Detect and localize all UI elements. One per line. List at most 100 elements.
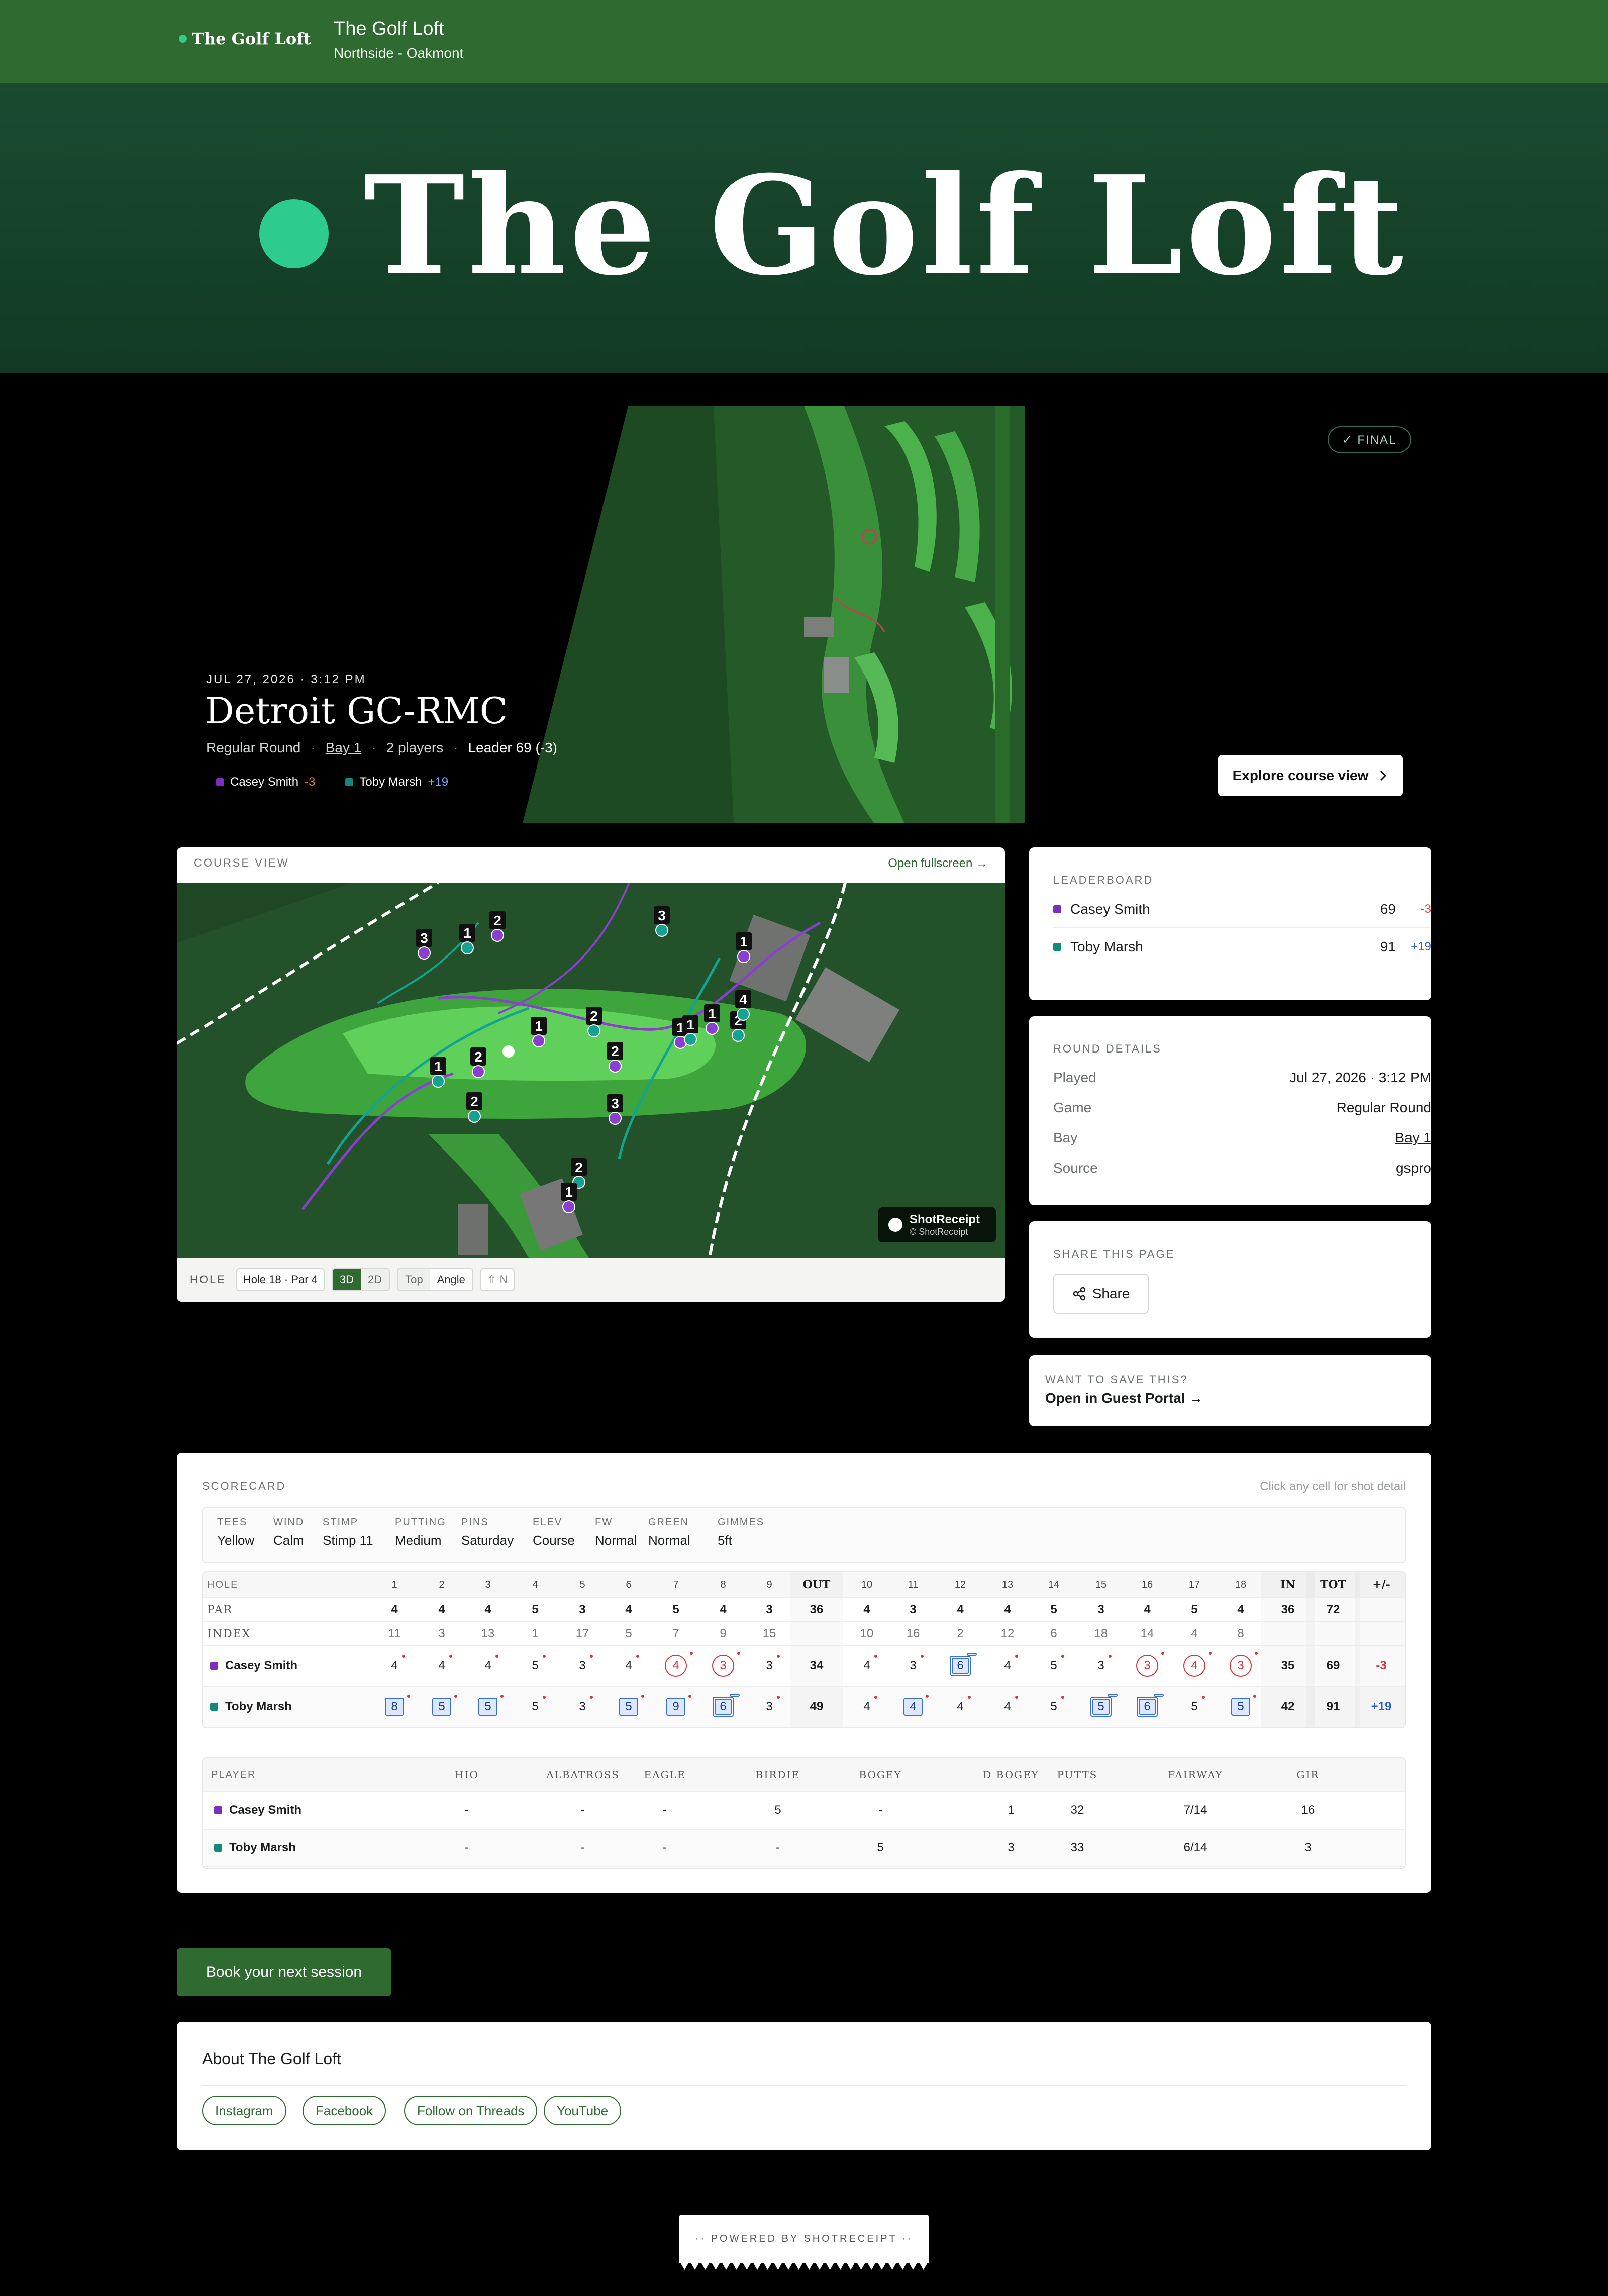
score-cell[interactable]: 4 — [890, 1687, 936, 1727]
index-cell — [794, 1622, 839, 1645]
score-cell[interactable]: 4 — [372, 1646, 417, 1686]
course-view-card: COURSE VIEW Open fullscreen → 3123121412… — [177, 847, 1005, 1302]
leaderboard-row[interactable]: Casey Smith 69 -3 — [1053, 892, 1431, 928]
about-card: About The Golf Loft Instagram Facebook F… — [177, 2022, 1431, 2150]
shot-marker[interactable]: 3 — [654, 906, 670, 937]
condition-key: FW — [595, 1517, 613, 1528]
north-button[interactable]: ⇧ N — [480, 1268, 515, 1291]
venue-logo[interactable]: The Golf Loft — [179, 29, 311, 48]
score-cell[interactable]: 8 — [372, 1687, 417, 1727]
view-3d-button[interactable]: 3D — [332, 1269, 361, 1290]
score-cell[interactable]: 4 — [606, 1646, 651, 1686]
bay-link[interactable]: Bay 1 — [326, 740, 362, 756]
hole-header-cell: IN — [1280, 1578, 1296, 1591]
shot-marker[interactable]: 2 — [466, 1092, 482, 1123]
score-cell[interactable]: 3 — [560, 1687, 605, 1727]
shot-marker[interactable]: 3 — [607, 1094, 623, 1125]
shot-marker[interactable]: 1 — [531, 1017, 547, 1047]
score-cell[interactable]: 4 — [465, 1646, 511, 1686]
shot-marker[interactable]: 3 — [416, 929, 432, 960]
score-cell[interactable]: 3 — [700, 1646, 746, 1686]
score-cell[interactable]: 5 — [606, 1687, 651, 1727]
score-cell[interactable]: 3 — [1125, 1646, 1170, 1686]
shot-detail-dot-icon — [542, 1655, 546, 1658]
score-cell[interactable]: 3 — [1218, 1646, 1263, 1686]
hole-header-cell: 4 — [532, 1579, 538, 1590]
explore-course-button[interactable]: Explore course view — [1218, 755, 1403, 796]
condition-key: TEES — [217, 1517, 248, 1528]
score-cell[interactable]: 5 — [1172, 1687, 1217, 1727]
shotreceipt-badge: ShotReceipt © ShotReceipt — [878, 1207, 996, 1242]
shot-marker[interactable]: 1 — [704, 1004, 720, 1035]
shot-marker[interactable]: 1 — [682, 1015, 698, 1046]
social-link-threads[interactable]: Follow on Threads — [404, 2096, 538, 2125]
shot-marker[interactable]: 1 — [736, 932, 752, 963]
index-cell: 18 — [1094, 1627, 1108, 1640]
detail-bay-link[interactable]: Bay 1 — [1395, 1130, 1431, 1146]
score-par-row: PAR 4 4 4 5 3 4 5 4 3 36 4 3 4 4 5 3 4 5 4 36 72 — [203, 1598, 1405, 1622]
shot-marker[interactable]: 2 — [607, 1042, 623, 1073]
hole-select[interactable]: Hole 18 · Par 4 — [236, 1268, 325, 1291]
hole-header-cell: 3 — [485, 1579, 491, 1590]
player-color-swatch — [214, 1806, 222, 1814]
shot-marker[interactable]: 1 — [430, 1057, 446, 1088]
score-cell[interactable]: 4 — [1172, 1646, 1217, 1686]
score-cell[interactable]: 4 — [653, 1646, 698, 1686]
score-cell[interactable]: 3 — [1078, 1646, 1124, 1686]
shot-marker[interactable]: 1 — [561, 1183, 577, 1213]
shot-number: 2 — [470, 1094, 478, 1109]
bogey-marker: 6 — [713, 1694, 740, 1717]
view-2d-button[interactable]: 2D — [361, 1269, 389, 1290]
hole-header-cell: 16 — [1141, 1579, 1153, 1590]
receipt-edge — [679, 2261, 929, 2270]
score-cell[interactable]: 5 — [513, 1646, 558, 1686]
par-cell: 3 — [579, 1603, 586, 1616]
camera-top-button[interactable]: Top — [398, 1269, 430, 1290]
shot-marker[interactable]: 1 — [459, 924, 475, 954]
social-link-youtube[interactable]: YouTube — [544, 2096, 622, 2125]
share-button[interactable]: Share — [1053, 1274, 1149, 1314]
score-cell[interactable]: 9 — [653, 1687, 698, 1727]
guest-portal-link[interactable]: Open in Guest Portal → — [1045, 1390, 1203, 1406]
leaderboard-row[interactable]: Toby Marsh 91 +19 — [1053, 929, 1431, 965]
player-diff: -3 — [305, 775, 316, 789]
score-cell[interactable]: 4 — [419, 1646, 464, 1686]
score-cell[interactable]: 3 — [747, 1687, 792, 1727]
social-link-instagram[interactable]: Instagram — [202, 2096, 286, 2125]
score-value: 4 — [484, 1655, 498, 1673]
score-cell[interactable]: 5 — [513, 1687, 558, 1727]
camera-angle-button[interactable]: Angle — [430, 1269, 472, 1290]
stats-player: Casey Smith — [214, 1792, 365, 1829]
score-cell[interactable]: 4 — [938, 1687, 983, 1727]
score-cell[interactable]: 4 — [985, 1687, 1030, 1727]
score-cell[interactable]: 3 — [747, 1646, 792, 1686]
course-3d-map[interactable]: 3123121412212112321 ShotReceipt © ShotRe… — [177, 881, 1005, 1258]
score-cell[interactable]: 6 — [700, 1687, 746, 1727]
score-cell[interactable]: 5 — [1031, 1687, 1076, 1727]
venue-title: The Golf Loft — [334, 18, 444, 39]
shot-marker[interactable]: 2 — [586, 1007, 602, 1037]
shot-marker[interactable]: 2 — [489, 911, 506, 942]
shot-detail-dot-icon — [874, 1696, 877, 1699]
shot-number: 2 — [575, 1160, 583, 1175]
score-cell[interactable]: 5 — [1218, 1687, 1263, 1727]
score-cell[interactable]: 3 — [560, 1646, 605, 1686]
score-cell[interactable]: 5 — [465, 1687, 511, 1727]
score-cell[interactable]: 5 — [1031, 1646, 1076, 1686]
score-cell[interactable]: 5 — [419, 1687, 464, 1727]
score-cell[interactable]: 3 — [890, 1646, 936, 1686]
score-cell[interactable]: 4 — [844, 1646, 889, 1686]
shot-marker[interactable]: 2 — [470, 1047, 486, 1078]
shot-marker[interactable]: 4 — [735, 990, 751, 1021]
score-cell[interactable]: 4 — [985, 1646, 1030, 1686]
score-cell[interactable]: 6 — [1125, 1687, 1170, 1727]
social-link-facebook[interactable]: Facebook — [303, 2096, 386, 2125]
powered-by-badge[interactable]: ·· POWERED BY SHOTRECEIPT ·· — [679, 2215, 929, 2263]
condition-value: Course — [533, 1533, 575, 1548]
score-cell[interactable]: 6 — [938, 1646, 983, 1686]
player-diff: -3 — [1420, 902, 1431, 916]
open-fullscreen-link[interactable]: Open fullscreen → — [888, 856, 988, 871]
score-cell[interactable]: 4 — [844, 1687, 889, 1727]
book-session-button[interactable]: Book your next session — [177, 1948, 391, 1996]
score-cell[interactable]: 5 — [1078, 1687, 1124, 1727]
